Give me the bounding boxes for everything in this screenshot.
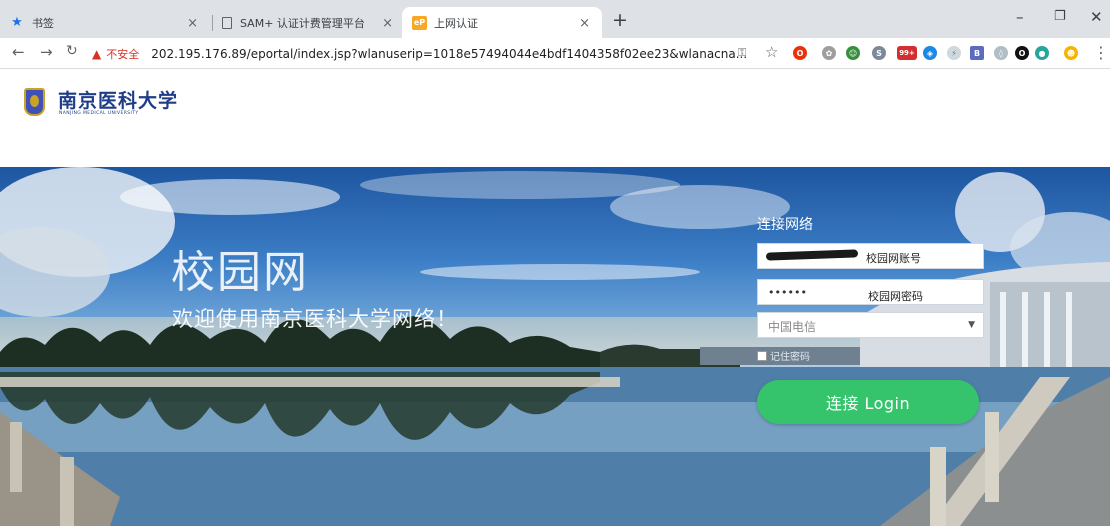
- eportal-icon: eP: [412, 15, 427, 30]
- badge-extension-icon[interactable]: 99+: [897, 46, 917, 60]
- logo-chinese-name: 南京医科大学: [58, 90, 179, 112]
- browser-toolbar: ← → ↻ ▲ 不安全 202.195.176.89/eportal/index…: [0, 38, 1110, 69]
- remember-checkbox[interactable]: [757, 350, 767, 361]
- extension-icon[interactable]: O: [1015, 46, 1029, 60]
- url-text[interactable]: 202.195.176.89/eportal/index.jsp?wlanuse…: [151, 47, 747, 61]
- new-tab-button[interactable]: +: [612, 9, 628, 31]
- restore-icon[interactable]: ❐: [1054, 9, 1066, 24]
- close-icon[interactable]: ×: [579, 16, 590, 31]
- password-field[interactable]: •••••• 校园网密码: [757, 279, 984, 305]
- key-icon[interactable]: ⚿: [738, 46, 746, 60]
- password-value: ••••••: [768, 286, 807, 299]
- warning-icon: ▲: [92, 46, 102, 61]
- close-icon[interactable]: ×: [187, 16, 198, 31]
- minimize-icon[interactable]: –: [1016, 8, 1024, 26]
- tab-portal-login[interactable]: eP 上网认证 ×: [402, 7, 602, 38]
- hero-banner: 校园网 欢迎使用南京医科大学网络！ 连接网络 校园网账号 •••••• 校园网密…: [0, 167, 1110, 526]
- tab-title: SAM+ 认证计费管理平台: [240, 16, 365, 30]
- login-panel-title: 连接网络: [757, 217, 813, 233]
- extension-icon[interactable]: ✿: [822, 46, 836, 60]
- reload-icon[interactable]: ↻: [66, 43, 78, 59]
- tab-sam-platform[interactable]: SAM+ 认证计费管理平台 ×: [212, 7, 405, 38]
- extension-icon[interactable]: B: [970, 46, 984, 60]
- security-label[interactable]: 不安全: [106, 46, 139, 62]
- menu-icon[interactable]: ⋮: [1093, 43, 1109, 62]
- carrier-select[interactable]: 中国电信 ▼: [757, 312, 984, 338]
- back-icon[interactable]: ←: [12, 43, 25, 61]
- password-label: 校园网密码: [868, 290, 923, 303]
- remember-password[interactable]: 记住密码: [757, 348, 810, 363]
- address-bar[interactable]: ▲ 不安全 202.195.176.89/eportal/index.jsp?w…: [92, 42, 747, 65]
- logo-english-name: NANJING MEDICAL UNIVERSITY: [59, 111, 139, 116]
- username-label: 校园网账号: [866, 252, 921, 265]
- extension-icon[interactable]: ◈: [923, 46, 937, 60]
- tab-bookmarks[interactable]: ★ 书签 ×: [0, 7, 210, 38]
- opera-extension-icon[interactable]: O: [793, 46, 807, 60]
- browser-tabstrip: ★ 书签 × SAM+ 认证计费管理平台 × eP 上网认证 × + – ❐ ✕: [0, 0, 1110, 38]
- hero-title: 校园网: [171, 247, 309, 298]
- forward-icon[interactable]: →: [40, 43, 53, 61]
- close-icon[interactable]: ×: [382, 16, 393, 31]
- extension-icon[interactable]: S: [872, 46, 886, 60]
- login-button[interactable]: 连接 Login: [757, 380, 979, 424]
- profile-avatar-icon[interactable]: ☻: [1064, 46, 1078, 60]
- extension-icon[interactable]: ●: [1035, 46, 1049, 60]
- page-icon: [222, 16, 232, 29]
- remember-label: 记住密码: [770, 352, 810, 363]
- tab-title: 上网认证: [434, 16, 478, 30]
- redacted-username: [765, 249, 859, 261]
- university-seal-icon: [24, 88, 45, 116]
- campus-lake-scene: [0, 167, 1110, 526]
- chevron-down-icon: ▼: [968, 320, 975, 330]
- shield-icon[interactable]: ◊: [994, 46, 1008, 60]
- bookmark-star-icon[interactable]: ☆: [765, 43, 778, 61]
- tab-title: 书签: [32, 16, 54, 30]
- window-close-icon[interactable]: ✕: [1090, 8, 1103, 26]
- username-field[interactable]: 校园网账号: [757, 243, 984, 269]
- hero-subtitle: 欢迎使用南京医科大学网络！: [172, 307, 458, 331]
- extension-icon[interactable]: ⚡: [947, 46, 961, 60]
- extension-icon[interactable]: ☺: [846, 46, 860, 60]
- star-icon: ★: [11, 15, 23, 30]
- carrier-selected: 中国电信: [768, 320, 817, 334]
